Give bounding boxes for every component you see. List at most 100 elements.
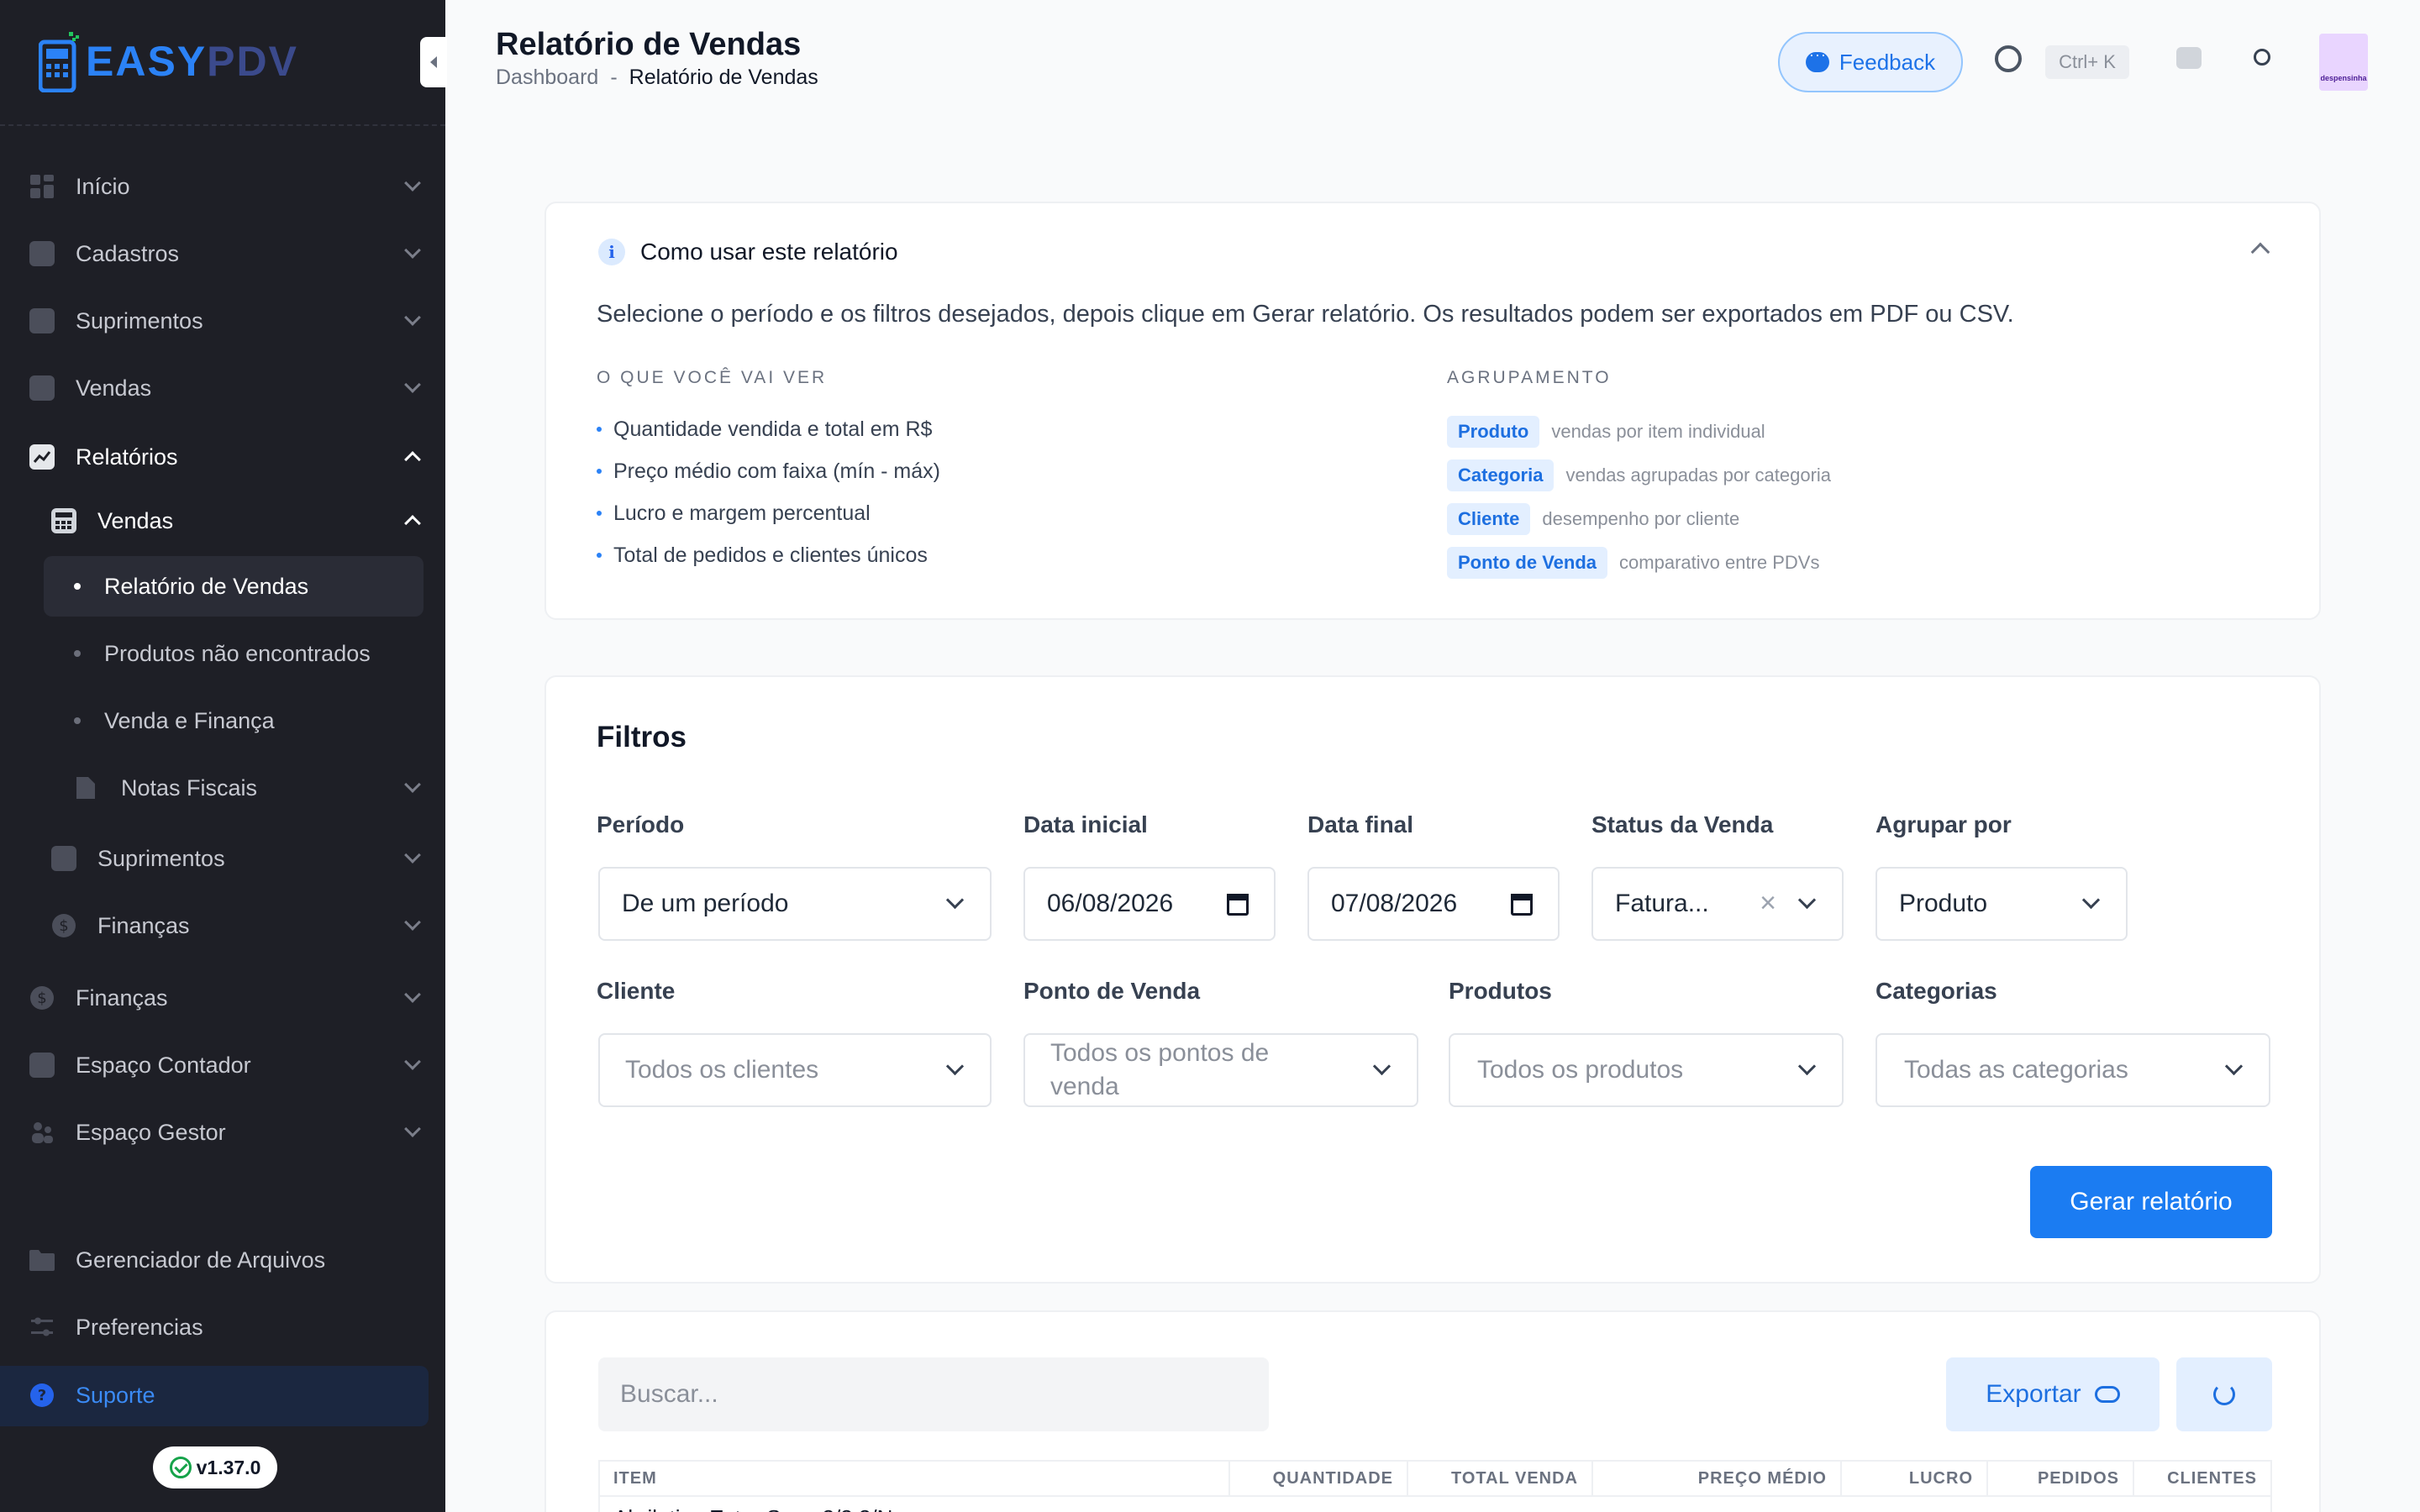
data-final-input[interactable]: 07/08/2026: [1307, 867, 1560, 941]
column-header-item[interactable]: ITEM: [600, 1462, 1230, 1495]
column-header-pedidos[interactable]: PEDIDOS: [1988, 1462, 2134, 1495]
sidebar-item-notas-fiscais[interactable]: Notas Fiscais: [0, 759, 445, 817]
grouping-tag: Cliente: [1447, 503, 1531, 535]
chevron-down-icon: [404, 309, 421, 326]
export-button[interactable]: Exportar: [1946, 1357, 2160, 1431]
calendar-icon[interactable]: [1511, 894, 1533, 916]
search-icon[interactable]: [1995, 45, 2022, 72]
data-final-label: Data final: [1307, 811, 1414, 837]
box-icon: [29, 307, 55, 334]
status-label: Status da Venda: [1591, 811, 1774, 837]
calculator-icon: [29, 1052, 55, 1079]
check-circle-icon: [169, 1457, 192, 1478]
section-label-grouping: AGRUPAMENTO: [1447, 368, 1612, 387]
box-icon: [50, 845, 77, 872]
what-list: Quantidade vendida e total em R$ Preço m…: [597, 408, 940, 576]
agrupar-select[interactable]: Produto: [1876, 867, 2128, 941]
chevron-up-icon: [404, 451, 421, 468]
periodo-select[interactable]: De um período: [598, 867, 992, 941]
theme-toggle-icon[interactable]: [2254, 49, 2270, 66]
sidebar-item-inicio[interactable]: Início: [0, 157, 445, 216]
calendar-icon[interactable]: [1227, 894, 1249, 916]
sidebar-item-espaco-contador[interactable]: Espaço Contador: [0, 1036, 445, 1095]
sidebar-item-suprimentos-sub[interactable]: Suprimentos: [0, 829, 445, 888]
sidebar-item-vendas[interactable]: Vendas: [0, 359, 445, 417]
column-header-preco-medio[interactable]: PREÇO MÉDIO: [1593, 1462, 1842, 1495]
gerar-relatorio-button[interactable]: Gerar relatório: [2030, 1166, 2272, 1238]
help-panel: i Como usar este relatório Selecione o p…: [544, 202, 2321, 620]
calculator-icon: [50, 507, 77, 534]
feedback-button[interactable]: Feedback: [1778, 32, 1963, 92]
produtos-select[interactable]: Todos os produtos: [1449, 1033, 1844, 1107]
help-panel-header[interactable]: i Como usar este relatório: [598, 239, 898, 265]
data-inicial-input[interactable]: 06/08/2026: [1023, 867, 1276, 941]
grouping-row: Categoria vendas agrupadas por categoria: [1447, 454, 1831, 497]
column-header-quantidade[interactable]: QUANTIDADE: [1230, 1462, 1408, 1495]
breadcrumb-separator: -: [610, 66, 618, 89]
status-select[interactable]: Fatura... ×: [1591, 867, 1844, 941]
chevron-down-icon: [404, 242, 421, 259]
sidebar-item-financas-sub[interactable]: $ Finanças: [0, 896, 445, 955]
sidebar-item-relatorios[interactable]: Relatórios: [0, 428, 445, 486]
sidebar-item-cadastros[interactable]: Cadastros: [0, 224, 445, 283]
user-avatar[interactable]: despensinha: [2319, 34, 2368, 91]
sidebar-item-preferencias[interactable]: Preferencias: [0, 1298, 445, 1357]
chevron-down-icon: [404, 776, 421, 793]
chevron-down-icon: [945, 1057, 965, 1076]
folder-icon: [29, 1247, 55, 1273]
list-item: Preço médio com faixa (mín - máx): [597, 450, 940, 492]
chevron-down-icon: [404, 986, 421, 1003]
document-icon: [72, 774, 99, 801]
data-inicial-label: Data inicial: [1023, 811, 1148, 837]
sidebar-item-venda-e-financa[interactable]: Venda e Finança: [0, 691, 445, 750]
sidebar-item-financas[interactable]: $ Finanças: [0, 969, 445, 1027]
chevron-up-icon[interactable]: [2250, 242, 2270, 262]
refresh-button[interactable]: [2176, 1357, 2272, 1431]
column-header-clientes[interactable]: CLIENTES: [2134, 1462, 2270, 1495]
cliente-select[interactable]: Todos os clientes: [598, 1033, 992, 1107]
pos-terminal-icon: [39, 32, 79, 92]
chevron-down-icon: [404, 1121, 421, 1137]
chevron-down-icon: [404, 914, 421, 931]
column-header-lucro[interactable]: LUCRO: [1842, 1462, 1988, 1495]
sidebar-item-suporte[interactable]: ? Suporte: [0, 1366, 445, 1425]
results-panel: Buscar... Exportar ITEM QUANTIDADE TOTAL…: [544, 1310, 2321, 1512]
chevron-down-icon: [404, 175, 421, 192]
sidebar-item-produtos-nao-encontrados[interactable]: Produtos não encontrados: [0, 624, 445, 683]
table-row[interactable]: Abrilativo Extra Sexo 2/3 2/N: [598, 1497, 2272, 1512]
column-header-total-venda[interactable]: TOTAL VENDA: [1408, 1462, 1593, 1495]
pdv-label: Ponto de Venda: [1023, 978, 1201, 1004]
filters-title: Filtros: [597, 721, 687, 753]
sidebar-item-suprimentos[interactable]: Suprimentos: [0, 291, 445, 350]
results-search-input[interactable]: Buscar...: [598, 1357, 1269, 1431]
id-card-icon: [29, 240, 55, 267]
messages-icon[interactable]: [2176, 47, 2202, 69]
sidebar-item-gerenciador-de-arquivos[interactable]: Gerenciador de Arquivos: [0, 1231, 445, 1289]
section-label-what: O QUE VOCÊ VAI VER: [597, 368, 828, 387]
agrupar-label: Agrupar por: [1876, 811, 2012, 837]
breadcrumb-dashboard[interactable]: Dashboard: [496, 66, 598, 90]
chevron-up-icon: [404, 515, 421, 532]
sidebar-item-espaco-gestor[interactable]: Espaço Gestor: [0, 1103, 445, 1162]
dollar-icon: $: [50, 912, 77, 939]
chevron-down-icon: [2224, 1057, 2244, 1076]
list-item: Total de pedidos e clientes únicos: [597, 534, 940, 576]
clear-icon[interactable]: ×: [1760, 887, 1776, 920]
bullet-icon: [74, 717, 81, 724]
sidebar-collapse-button[interactable]: [420, 37, 447, 87]
grouping-list: Produto vendas por item individual Catego…: [1447, 410, 1831, 585]
version-badge: v1.37.0: [153, 1446, 277, 1488]
chart-line-icon: [29, 444, 55, 470]
table-header: ITEM QUANTIDADE TOTAL VENDA PREÇO MÉDIO …: [598, 1460, 2272, 1497]
chevron-down-icon: [404, 847, 421, 864]
info-icon: i: [598, 239, 625, 265]
list-item: Lucro e margem percentual: [597, 492, 940, 534]
pdv-select[interactable]: Todos os pontos de venda: [1023, 1033, 1418, 1107]
sidebar-item-relatorio-de-vendas[interactable]: Relatório de Vendas: [0, 557, 445, 616]
chevron-down-icon: [2081, 890, 2101, 910]
brand-logo[interactable]: EASYPDV: [39, 29, 298, 94]
sidebar-item-vendas-sub[interactable]: Vendas: [0, 491, 445, 550]
grouping-tag: Ponto de Venda: [1447, 547, 1608, 579]
categorias-select[interactable]: Todas as categorias: [1876, 1033, 2270, 1107]
grouping-tag: Produto: [1447, 416, 1540, 448]
